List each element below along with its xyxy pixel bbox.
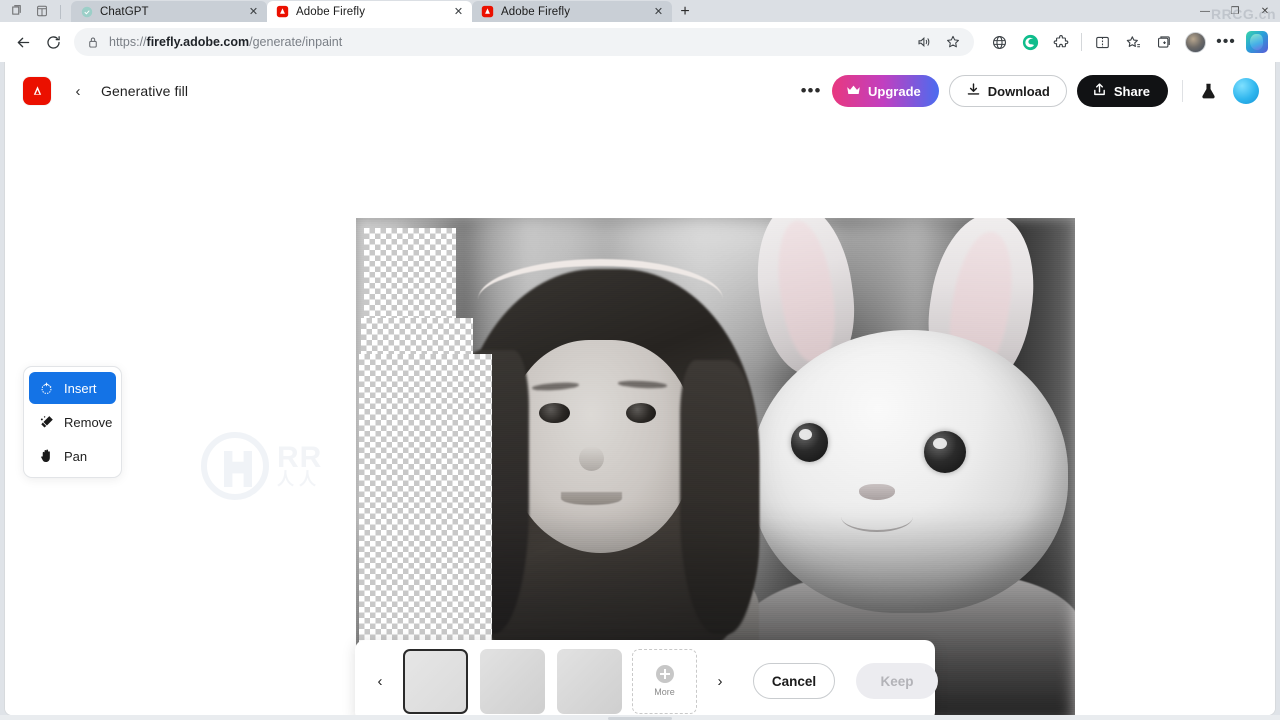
user-avatar[interactable] — [1233, 78, 1259, 104]
header-overflow-button[interactable]: ••• — [798, 78, 824, 104]
browser-settings-button[interactable]: ••• — [1211, 27, 1241, 57]
watermark-faint-text: RR 人人 — [277, 440, 323, 490]
tab-strip: ChatGPT ✕ Adobe Firefly ✕ Adobe Firefly … — [0, 0, 1280, 22]
adobe-logo[interactable] — [23, 77, 51, 105]
upgrade-button[interactable]: Upgrade — [832, 75, 939, 107]
tool-palette: Insert Remove Pan — [23, 366, 122, 478]
split-screen-icon[interactable] — [1087, 27, 1117, 57]
taskbar-sliver — [0, 715, 1280, 720]
collections-icon[interactable] — [1149, 27, 1179, 57]
watermark-faint: RR 人人 — [201, 432, 322, 500]
web-page-content: ‹ Generative fill ••• Upgrade Download S… — [4, 62, 1276, 716]
eraser-brush-icon — [38, 414, 55, 431]
maximize-button[interactable]: ❐ — [1220, 0, 1250, 22]
tab-title: Adobe Firefly — [296, 5, 366, 18]
tool-label: Insert — [64, 380, 97, 396]
sparkle-circle-icon — [38, 380, 55, 397]
variation-thumbnail-1[interactable] — [403, 648, 468, 714]
tool-label: Remove — [64, 414, 113, 430]
plus-circle-icon — [655, 665, 674, 683]
variation-thumbnail-2[interactable] — [480, 648, 545, 714]
url-text: https://firefly.adobe.com/generate/inpai… — [109, 35, 343, 49]
reload-button[interactable] — [38, 27, 68, 57]
favorite-star-icon[interactable] — [940, 29, 966, 55]
page-title: Generative fill — [101, 83, 189, 99]
tabstrip-left-icons — [4, 0, 71, 22]
browser-tab-firefly-active[interactable]: Adobe Firefly ✕ — [267, 1, 472, 22]
firefly-icon — [481, 5, 494, 18]
back-chevron-icon[interactable]: ‹ — [65, 78, 91, 104]
tabstrip-divider — [60, 5, 61, 19]
share-button[interactable]: Share — [1076, 75, 1168, 107]
minimize-button[interactable]: — — [1190, 0, 1220, 22]
previous-variation-button[interactable]: ‹ — [367, 668, 393, 694]
tab-title: Adobe Firefly — [501, 5, 571, 18]
tab-title: ChatGPT — [100, 5, 149, 18]
browser-window: ChatGPT ✕ Adobe Firefly ✕ Adobe Firefly … — [0, 0, 1280, 720]
edge-copilot-icon[interactable] — [1015, 27, 1045, 57]
tool-pan[interactable]: Pan — [29, 440, 116, 472]
flask-icon[interactable] — [1197, 80, 1219, 102]
toolbar-divider — [1081, 33, 1082, 51]
close-icon[interactable]: ✕ — [451, 4, 466, 19]
firefly-icon — [276, 5, 289, 18]
download-label: Download — [987, 83, 1050, 99]
share-label: Share — [1113, 83, 1150, 99]
omnibox-actions — [912, 29, 966, 55]
tab-list-icon[interactable] — [34, 3, 50, 19]
browser-tab-firefly-2[interactable]: Adobe Firefly ✕ — [472, 1, 672, 22]
workspaces-icon[interactable] — [8, 3, 24, 19]
header-divider — [1182, 80, 1183, 102]
favorites-icon[interactable] — [1118, 27, 1148, 57]
avatar — [1184, 31, 1206, 53]
cancel-button[interactable]: Cancel — [753, 663, 835, 699]
browser-tab-chatgpt[interactable]: ChatGPT ✕ — [71, 1, 267, 22]
read-aloud-icon[interactable] — [912, 29, 938, 55]
more-label: More — [654, 687, 675, 697]
close-icon[interactable]: ✕ — [246, 4, 261, 19]
chatgpt-icon — [80, 5, 93, 18]
results-toolbar: ‹ More › Cancel Keep — [355, 640, 938, 715]
close-window-button[interactable]: ✕ — [1250, 0, 1280, 22]
new-tab-button[interactable]: + — [672, 1, 698, 22]
close-icon[interactable]: ✕ — [651, 4, 666, 19]
firefly-app-header: ‹ Generative fill ••• Upgrade Download S… — [5, 62, 1275, 120]
copilot-glyph — [1246, 31, 1268, 53]
keep-button[interactable]: Keep — [856, 663, 938, 699]
tool-insert[interactable]: Insert — [29, 372, 116, 404]
profile-avatar[interactable] — [1180, 27, 1210, 57]
crown-icon — [846, 84, 861, 99]
hand-icon — [38, 448, 55, 465]
navigation-bar: https://firefly.adobe.com/generate/inpai… — [0, 22, 1280, 62]
globe-icon[interactable] — [984, 27, 1014, 57]
lock-icon — [85, 34, 101, 50]
address-bar[interactable]: https://firefly.adobe.com/generate/inpai… — [74, 28, 974, 56]
variation-thumbnails — [403, 648, 622, 714]
back-button[interactable] — [8, 27, 38, 57]
variation-thumbnail-3[interactable] — [557, 648, 622, 714]
more-variations-button[interactable]: More — [632, 648, 697, 714]
editor-workspace: Insert Remove Pan RR 人人 ‹ More › Cancel … — [5, 120, 1275, 715]
watermark-ring — [201, 432, 269, 500]
download-icon — [966, 82, 981, 100]
extensions-icon[interactable] — [1046, 27, 1076, 57]
browser-toolbar-right: ••• — [980, 27, 1272, 57]
share-icon — [1092, 82, 1107, 100]
window-controls: — ❐ ✕ — [1190, 0, 1280, 22]
upgrade-label: Upgrade — [868, 83, 921, 99]
next-variation-button[interactable]: › — [707, 668, 733, 694]
tool-remove[interactable]: Remove — [29, 406, 116, 438]
download-button[interactable]: Download — [948, 75, 1067, 107]
copilot-icon[interactable] — [1242, 27, 1272, 57]
tool-label: Pan — [64, 448, 88, 464]
